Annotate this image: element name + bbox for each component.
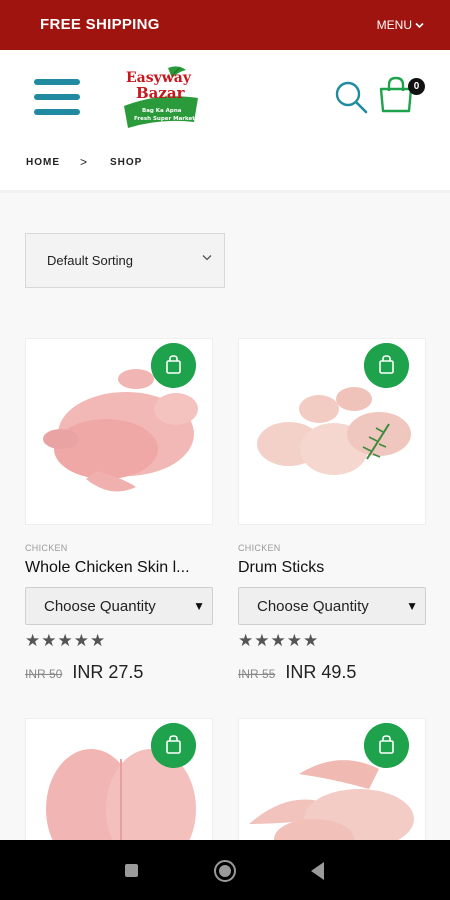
store-logo[interactable]: Easyway Bazar Bag Ka Apna Fresh Super Ma… (120, 62, 202, 130)
quantity-select[interactable]: Choose Quantity ▼ (25, 587, 213, 625)
product-name[interactable]: Drum Sticks (238, 559, 426, 577)
current-price: INR 27.5 (72, 662, 144, 682)
search-icon[interactable] (334, 80, 368, 114)
site-header: Easyway Bazar Bag Ka Apna Fresh Super Ma… (0, 50, 450, 142)
quantity-select[interactable]: Choose Quantity ▼ (238, 587, 426, 625)
sorting-value: Default Sorting (47, 253, 133, 268)
dropdown-arrow-icon: ▼ (406, 599, 418, 613)
product-card[interactable] (238, 718, 426, 848)
rating-stars: ★★★★★ (238, 631, 320, 650)
recent-apps-icon[interactable] (125, 864, 138, 877)
shopping-bag-icon[interactable] (151, 343, 196, 388)
shopping-bag-icon[interactable] (364, 723, 409, 768)
product-image-chicken-breast[interactable] (25, 718, 213, 848)
product-card[interactable] (25, 718, 213, 848)
system-navigation-bar (0, 840, 450, 900)
home-icon[interactable] (214, 860, 236, 882)
old-price: INR 55 (238, 667, 276, 681)
shopping-bag-icon[interactable] (151, 723, 196, 768)
chevron-down-icon (202, 255, 212, 261)
product-price: INR 55 INR 49.5 (238, 662, 356, 683)
cart-count-badge: 0 (408, 78, 425, 95)
breadcrumb: HOME > SHOP (26, 155, 142, 169)
shop-content: Default Sorting CHICKEN Whole Chicken Sk… (0, 193, 450, 848)
product-category[interactable]: CHICKEN (238, 543, 281, 553)
breadcrumb-home[interactable]: HOME (26, 157, 60, 168)
product-image-whole-chicken[interactable] (25, 338, 213, 525)
free-shipping-text: FREE SHIPPING (40, 16, 160, 33)
logo-tagline1: Bag Ka Apna (142, 108, 182, 114)
rating-stars: ★★★★★ (25, 631, 107, 650)
logo-tagline2: Fresh Super Market (134, 116, 195, 122)
dropdown-arrow-icon: ▼ (193, 599, 205, 613)
quantity-placeholder: Choose Quantity (44, 598, 156, 615)
back-icon[interactable] (311, 862, 324, 880)
breadcrumb-separator: > (80, 155, 89, 169)
promo-bar: FREE SHIPPING MENU (0, 0, 450, 50)
product-card[interactable]: CHICKEN Whole Chicken Skin l... Choose Q… (25, 338, 213, 682)
current-price: INR 49.5 (285, 662, 357, 682)
breadcrumb-current: SHOP (110, 156, 143, 168)
product-image-chicken-wings[interactable] (238, 718, 426, 848)
chevron-down-icon (415, 22, 424, 28)
product-image-drum-sticks[interactable] (238, 338, 426, 525)
shopping-bag-icon[interactable] (364, 343, 409, 388)
logo-graphic: Easyway Bazar Bag Ka Apna Fresh Super Ma… (124, 66, 198, 128)
product-price: INR 50 INR 27.5 (25, 662, 143, 683)
logo-line2: Bazar (136, 84, 186, 102)
old-price: INR 50 (25, 667, 63, 681)
sorting-select[interactable]: Default Sorting (25, 233, 225, 288)
product-category[interactable]: CHICKEN (25, 543, 68, 553)
menu-button[interactable]: MENU (377, 18, 424, 32)
product-name[interactable]: Whole Chicken Skin l... (25, 559, 213, 577)
product-card[interactable]: CHICKEN Drum Sticks Choose Quantity ▼ ★★… (238, 338, 426, 682)
quantity-placeholder: Choose Quantity (257, 598, 369, 615)
menu-icon[interactable] (34, 79, 80, 115)
menu-label: MENU (376, 18, 412, 32)
